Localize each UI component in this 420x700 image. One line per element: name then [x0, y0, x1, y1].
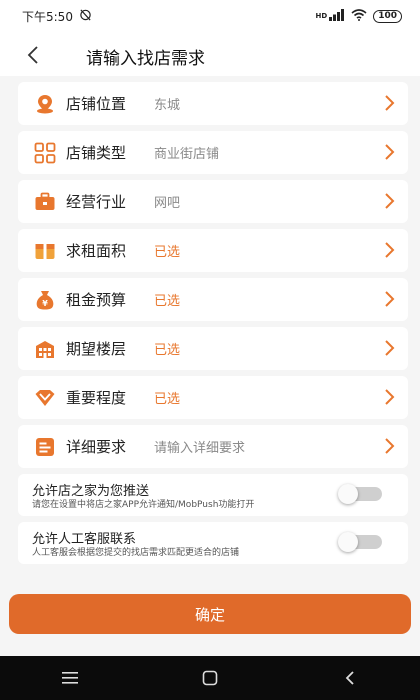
building-icon [34, 338, 56, 360]
row-industry[interactable]: 经营行业 网吧 [18, 180, 408, 223]
row-importance[interactable]: 重要程度 已选 [18, 376, 408, 419]
diamond-icon [34, 387, 56, 409]
switch-knob [338, 484, 358, 504]
page-title: 请输入找店需求 [86, 49, 205, 69]
svg-text:¥: ¥ [42, 299, 48, 308]
row-label: 期望楼层 [66, 340, 127, 358]
chevron-right-icon [385, 242, 395, 258]
signal-icon [329, 8, 345, 24]
row-value: 商业街店铺 [154, 147, 220, 162]
row-label: 店铺位置 [66, 95, 127, 113]
row-label: 求租面积 [66, 242, 127, 260]
row-expected-floor[interactable]: 期望楼层 已选 [18, 327, 408, 370]
system-back-button[interactable] [330, 663, 370, 693]
wifi-icon [351, 8, 367, 24]
chevron-right-icon [385, 144, 395, 160]
box-icon [34, 240, 56, 262]
row-value: 网吧 [154, 196, 181, 211]
alarm-off-icon [79, 8, 92, 24]
row-label: 租金预算 [66, 291, 127, 309]
toggle-description: 人工客服会根据您提交的找店需求匹配更适合的店铺 [32, 548, 240, 558]
customer-service-switch[interactable] [338, 532, 382, 552]
row-rental-area[interactable]: 求租面积 已选 [18, 229, 408, 272]
chevron-right-icon [385, 193, 395, 209]
menu-button[interactable] [50, 663, 90, 693]
row-store-location[interactable]: 店铺位置 东城 [18, 82, 408, 125]
toggle-row-customer-service: 允许人工客服联系 人工客服会根据您提交的找店需求匹配更适合的店铺 [18, 522, 408, 564]
money-bag-icon: ¥ [34, 289, 56, 311]
back-triangle-icon [345, 671, 354, 685]
back-button[interactable] [20, 42, 46, 68]
switch-knob [338, 532, 358, 552]
row-label: 详细要求 [66, 438, 127, 456]
chevron-right-icon [385, 438, 395, 454]
row-label: 重要程度 [66, 389, 127, 407]
chevron-right-icon [385, 340, 395, 356]
status-right: HD 100 [315, 8, 402, 24]
row-value: 已选 [154, 294, 181, 309]
system-nav-bar [0, 656, 420, 700]
chevron-right-icon [385, 291, 395, 307]
chevron-right-icon [385, 389, 395, 405]
network-label: HD [315, 12, 328, 20]
status-bar: 下午5:50 HD 100 [0, 0, 420, 32]
toggle-row-push: 允许店之家为您推送 请您在设置中将店之家APP允许通知/MobPush功能打开 [18, 474, 408, 516]
status-left: 下午5:50 [22, 8, 92, 25]
row-detail-requirements[interactable]: 详细要求 请输入详细要求 [18, 425, 408, 468]
row-value: 请输入详细要求 [154, 441, 246, 456]
confirm-button[interactable]: 确定 [9, 594, 411, 634]
briefcase-icon [34, 191, 56, 213]
push-switch[interactable] [338, 484, 382, 504]
row-store-type[interactable]: 店铺类型 商业街店铺 [18, 131, 408, 174]
chevron-left-icon [27, 46, 38, 64]
home-button[interactable] [190, 663, 230, 693]
requirement-list: 店铺位置 东城 店铺类型 商业街店铺 经营行业 网吧 求租面积 已选 ¥ 租金预… [18, 82, 408, 474]
grid-icon [34, 142, 56, 164]
status-time: 下午5:50 [22, 9, 73, 24]
location-pin-icon [34, 93, 56, 115]
document-icon [34, 436, 56, 458]
row-value: 东城 [154, 98, 181, 113]
row-label: 店铺类型 [66, 144, 127, 162]
header: 请输入找店需求 [0, 32, 420, 76]
battery-icon: 100 [373, 9, 402, 23]
row-label: 经营行业 [66, 193, 127, 211]
row-rent-budget[interactable]: ¥ 租金预算 已选 [18, 278, 408, 321]
toggle-description: 请您在设置中将店之家APP允许通知/MobPush功能打开 [32, 500, 255, 510]
row-value: 已选 [154, 245, 181, 260]
chevron-right-icon [385, 95, 395, 111]
menu-icon [62, 672, 78, 684]
home-square-icon [202, 670, 218, 686]
row-value: 已选 [154, 392, 181, 407]
row-value: 已选 [154, 343, 181, 358]
